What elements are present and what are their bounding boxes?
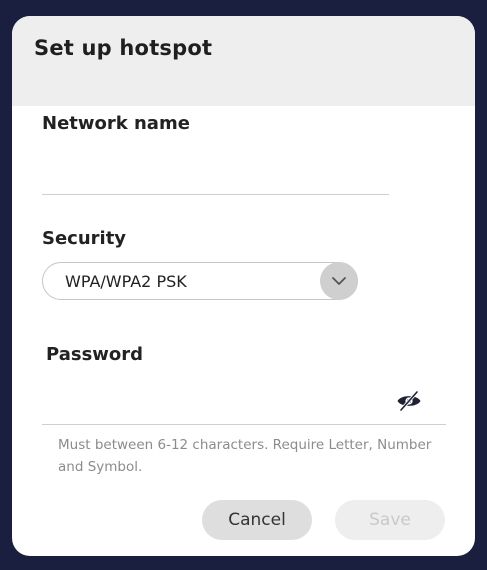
dialog-title: Set up hotspot — [34, 36, 213, 60]
security-dropdown[interactable]: WPA/WPA2 PSK — [42, 262, 358, 300]
dialog-header: Set up hotspot — [12, 16, 475, 106]
screen-backdrop: Set up hotspot Network name Security WPA… — [0, 0, 487, 570]
cancel-button[interactable]: Cancel — [202, 500, 312, 540]
network-name-input[interactable] — [42, 161, 389, 189]
network-name-label: Network name — [42, 113, 190, 134]
security-selected-value: WPA/WPA2 PSK — [65, 272, 187, 291]
security-label: Security — [42, 228, 127, 249]
network-name-underline — [42, 194, 389, 195]
hotspot-dialog: Set up hotspot Network name Security WPA… — [12, 16, 475, 556]
password-label: Password — [46, 344, 144, 365]
eye-slash-icon[interactable] — [396, 390, 422, 412]
password-hint: Must between 6-12 characters. Require Le… — [58, 437, 432, 475]
password-input[interactable] — [46, 388, 386, 418]
chevron-down-icon[interactable] — [320, 262, 358, 300]
password-underline — [42, 424, 446, 425]
save-button[interactable]: Save — [335, 500, 445, 540]
